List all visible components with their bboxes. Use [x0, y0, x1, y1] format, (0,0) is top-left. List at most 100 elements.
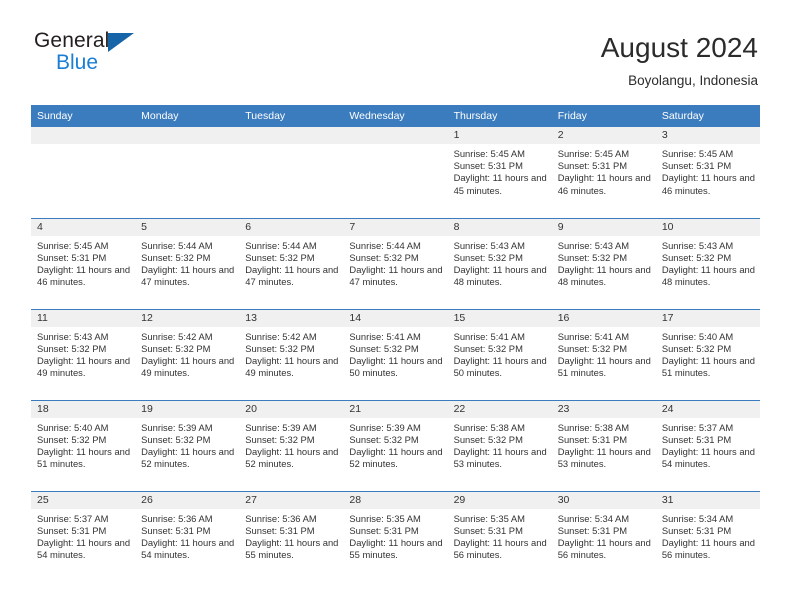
weekday-header-tuesday: Tuesday [239, 105, 344, 127]
day-number [135, 127, 240, 144]
sunset-text: Sunset: 5:32 PM [37, 342, 107, 354]
sunset-text: Sunset: 5:31 PM [661, 524, 732, 536]
sunrise-text: Sunrise: 5:45 AM [453, 148, 525, 159]
title-block: August 2024 Boyolangu, Indonesia [601, 30, 758, 88]
day-details: Sunrise: 5:43 AM Sunset: 5:32 PM Daylight:… [656, 236, 760, 289]
sunset-text: Sunset: 5:32 PM [245, 342, 315, 354]
calendar-day-cell[interactable]: 1 Sunrise: 5:45 AM Sunset: 5:31 PM Daylight… [447, 127, 552, 218]
day-number: 15 [447, 309, 552, 327]
day-details: Sunrise: 5:43 AM Sunset: 5:32 PM Daylight:… [31, 327, 135, 380]
daylight-text: Daylight: 11 hours and 46 minutes. [557, 172, 651, 196]
calendar-day-cell[interactable]: 8 Sunrise: 5:43 AM Sunset: 5:32 PM Daylight… [447, 217, 552, 309]
calendar-day-cell[interactable]: 29 Sunrise: 5:35 AM Sunset: 5:31 PM Dayligh… [447, 490, 552, 582]
calendar-week-row: 25 Sunrise: 5:37 AM Sunset: 5:31 PM Dayligh… [31, 490, 760, 582]
calendar-cell-empty [31, 127, 136, 218]
day-details: Sunrise: 5:39 AM Sunset: 5:32 PM Daylight:… [135, 418, 239, 471]
logo-text-general: General [34, 29, 110, 52]
calendar-day-cell[interactable]: 23 Sunrise: 5:38 AM Sunset: 5:31 PM Dayligh… [551, 399, 656, 491]
calendar-day-cell[interactable]: 26 Sunrise: 5:36 AM Sunset: 5:31 PM Dayligh… [135, 490, 240, 582]
day-number: 4 [31, 218, 136, 236]
calendar-day-cell[interactable]: 13 Sunrise: 5:42 AM Sunset: 5:32 PM Dayligh… [239, 308, 344, 400]
day-details: Sunrise: 5:36 AM Sunset: 5:31 PM Daylight:… [135, 509, 239, 562]
calendar-day-cell[interactable]: 10 Sunrise: 5:43 AM Sunset: 5:32 PM Dayligh… [655, 217, 760, 309]
day-details: Sunrise: 5:44 AM Sunset: 5:32 PM Daylight:… [239, 236, 343, 289]
day-details: Sunrise: 5:45 AM Sunset: 5:31 PM Daylight:… [448, 144, 552, 197]
daylight-text: Daylight: 11 hours and 54 minutes. [661, 445, 755, 470]
weekday-header: Sunday Monday Tuesday Wednesday Thursday Frid… [31, 105, 760, 127]
daylight-text: Daylight: 11 hours and 46 minutes. [661, 172, 755, 196]
day-details: Sunrise: 5:45 AM Sunset: 5:31 PM Daylight:… [552, 144, 656, 197]
day-details: Sunrise: 5:45 AM Sunset: 5:31 PM Daylight:… [31, 236, 135, 289]
day-number: 19 [135, 400, 240, 418]
calendar-day-cell[interactable]: 5 Sunrise: 5:44 AM Sunset: 5:32 PM Daylight… [135, 217, 240, 309]
day-details: Sunrise: 5:34 AM Sunset: 5:31 PM Daylight:… [656, 509, 760, 562]
calendar-day-cell[interactable]: 15 Sunrise: 5:41 AM Sunset: 5:32 PM Dayligh… [447, 308, 552, 400]
day-number [31, 127, 136, 144]
calendar-day-cell[interactable]: 6 Sunrise: 5:44 AM Sunset: 5:32 PM Daylight… [239, 217, 344, 309]
day-details: Sunrise: 5:37 AM Sunset: 5:31 PM Daylight:… [656, 418, 760, 471]
weekday-header-saturday: Saturday [655, 105, 760, 127]
calendar-day-cell[interactable]: 19 Sunrise: 5:39 AM Sunset: 5:32 PM Dayligh… [135, 399, 240, 491]
calendar-day-cell[interactable]: 20 Sunrise: 5:39 AM Sunset: 5:32 PM Dayligh… [239, 399, 344, 491]
day-details: Sunrise: 5:38 AM Sunset: 5:32 PM Daylight:… [448, 418, 552, 471]
calendar-day-cell[interactable]: 11 Sunrise: 5:43 AM Sunset: 5:32 PM Dayligh… [31, 308, 136, 400]
calendar-table: Sunday Monday Tuesday Wednesday Thursday Frid… [31, 105, 760, 582]
day-number: 10 [655, 218, 760, 236]
sunset-text: Sunset: 5:31 PM [557, 433, 628, 445]
calendar-day-cell[interactable]: 16 Sunrise: 5:41 AM Sunset: 5:32 PM Dayligh… [551, 308, 656, 400]
calendar-week-row: 1 Sunrise: 5:45 AM Sunset: 5:31 PM Daylight… [31, 127, 760, 218]
calendar-day-cell[interactable]: 30 Sunrise: 5:34 AM Sunset: 5:31 PM Dayligh… [551, 490, 656, 582]
sunrise-text: Sunrise: 5:45 AM [557, 148, 630, 159]
logo-triangle-icon [108, 33, 134, 52]
sunrise-text: Sunrise: 5:41 AM [453, 330, 525, 342]
weekday-header-monday: Monday [135, 105, 240, 127]
calendar-day-cell[interactable]: 17 Sunrise: 5:40 AM Sunset: 5:32 PM Dayligh… [655, 308, 760, 400]
day-number: 31 [655, 491, 760, 509]
day-number [239, 127, 344, 144]
day-details: Sunrise: 5:36 AM Sunset: 5:31 PM Daylight:… [239, 509, 343, 562]
sunrise-text: Sunrise: 5:44 AM [349, 239, 421, 251]
sunset-text: Sunset: 5:32 PM [349, 433, 419, 445]
day-number: 30 [551, 491, 656, 509]
daylight-text: Daylight: 11 hours and 48 minutes. [453, 263, 547, 288]
daylight-text: Daylight: 11 hours and 53 minutes. [453, 445, 547, 470]
day-details: Sunrise: 5:43 AM Sunset: 5:32 PM Daylight:… [552, 236, 656, 289]
sunrise-text: Sunrise: 5:42 AM [245, 330, 317, 342]
calendar-day-cell[interactable]: 24 Sunrise: 5:37 AM Sunset: 5:31 PM Dayligh… [655, 399, 760, 491]
day-number: 21 [343, 400, 448, 418]
calendar-day-cell[interactable]: 14 Sunrise: 5:41 AM Sunset: 5:32 PM Dayligh… [343, 308, 448, 400]
calendar-day-cell[interactable]: 9 Sunrise: 5:43 AM Sunset: 5:32 PM Daylight… [551, 217, 656, 309]
sunrise-text: Sunrise: 5:34 AM [661, 512, 734, 524]
sunrise-text: Sunrise: 5:44 AM [141, 239, 213, 251]
sunset-text: Sunset: 5:31 PM [37, 524, 107, 536]
day-number: 20 [239, 400, 344, 418]
sunset-text: Sunset: 5:32 PM [141, 342, 211, 354]
calendar-day-cell[interactable]: 4 Sunrise: 5:45 AM Sunset: 5:31 PM Daylight… [31, 217, 136, 309]
calendar-day-cell[interactable]: 27 Sunrise: 5:36 AM Sunset: 5:31 PM Dayligh… [239, 490, 344, 582]
day-number: 11 [31, 309, 136, 327]
calendar-day-cell[interactable]: 7 Sunrise: 5:44 AM Sunset: 5:32 PM Daylight… [343, 217, 448, 309]
calendar-day-cell[interactable]: 12 Sunrise: 5:42 AM Sunset: 5:32 PM Dayligh… [135, 308, 240, 400]
calendar-day-cell[interactable]: 18 Sunrise: 5:40 AM Sunset: 5:32 PM Dayligh… [31, 399, 136, 491]
calendar-day-cell[interactable]: 31 Sunrise: 5:34 AM Sunset: 5:31 PM Dayligh… [655, 490, 760, 582]
sunset-text: Sunset: 5:31 PM [349, 524, 419, 536]
calendar-page: General Blue August 2024 Boyolangu, Indo… [0, 0, 792, 612]
calendar-day-cell[interactable]: 22 Sunrise: 5:38 AM Sunset: 5:32 PM Dayligh… [447, 399, 552, 491]
daylight-text: Daylight: 11 hours and 47 minutes. [349, 263, 443, 288]
calendar-day-cell[interactable]: 3 Sunrise: 5:45 AM Sunset: 5:31 PM Daylight… [655, 127, 760, 218]
general-blue-logo[interactable]: General Blue [34, 30, 154, 82]
calendar-day-cell[interactable]: 25 Sunrise: 5:37 AM Sunset: 5:31 PM Dayligh… [31, 490, 136, 582]
sunset-text: Sunset: 5:32 PM [453, 342, 523, 354]
sunrise-text: Sunrise: 5:41 AM [557, 330, 630, 342]
day-details: Sunrise: 5:43 AM Sunset: 5:32 PM Daylight:… [448, 236, 552, 289]
sunset-text: Sunset: 5:31 PM [557, 160, 628, 172]
calendar-day-cell[interactable]: 2 Sunrise: 5:45 AM Sunset: 5:31 PM Daylight… [551, 127, 656, 218]
day-number: 26 [135, 491, 240, 509]
calendar-header-row: Sunday Monday Tuesday Wednesday Thursday Frid… [31, 105, 760, 127]
calendar-day-cell[interactable]: 28 Sunrise: 5:35 AM Sunset: 5:31 PM Dayligh… [343, 490, 448, 582]
sunset-text: Sunset: 5:32 PM [141, 433, 211, 445]
calendar-day-cell[interactable]: 21 Sunrise: 5:39 AM Sunset: 5:32 PM Dayligh… [343, 399, 448, 491]
calendar-week-row: 18 Sunrise: 5:40 AM Sunset: 5:32 PM Dayligh… [31, 399, 760, 491]
daylight-text: Daylight: 11 hours and 50 minutes. [349, 354, 443, 379]
sunrise-text: Sunrise: 5:36 AM [245, 512, 317, 524]
